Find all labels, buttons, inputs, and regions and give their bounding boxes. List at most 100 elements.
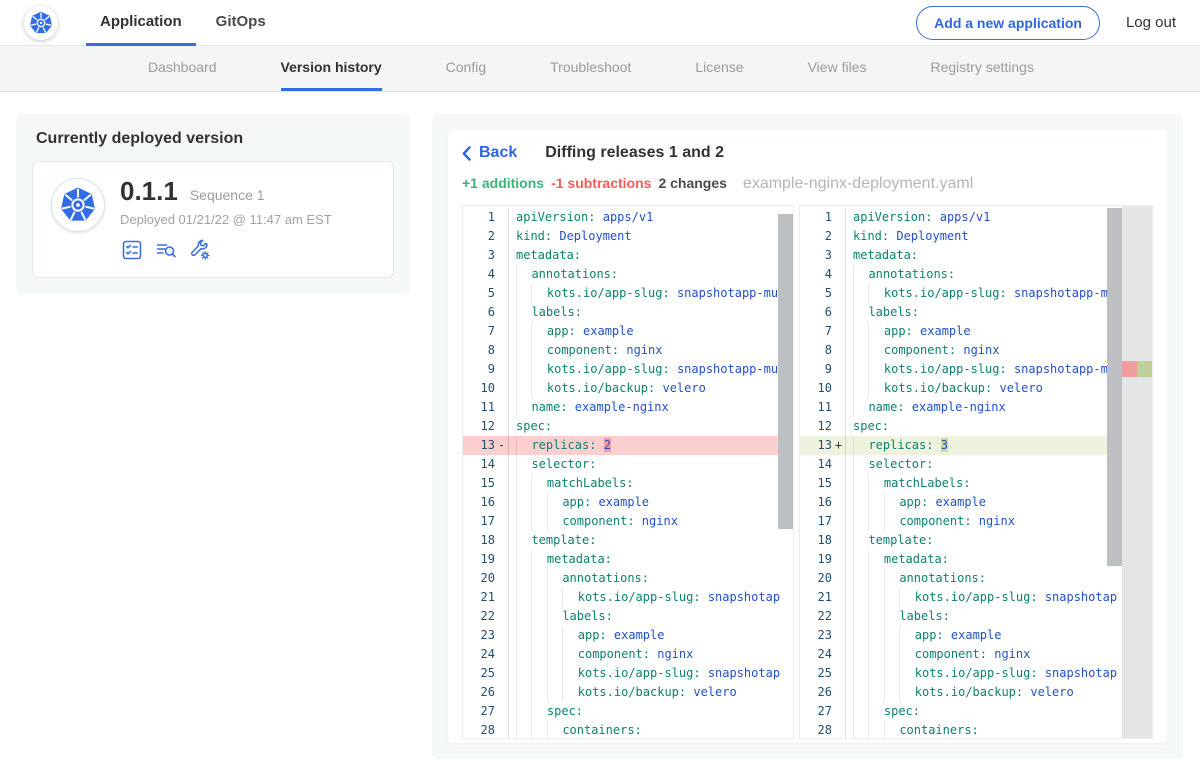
code-line: 23app: example [800, 626, 1152, 645]
code-line: 5kots.io/app-slug: snapshotapp-mu [463, 284, 793, 303]
diff-pane-new[interactable]: 1apiVersion: apps/v12kind: Deployment3me… [799, 205, 1153, 739]
diff-card: Back Diffing releases 1 and 2 +1 additio… [448, 130, 1167, 743]
chevron-left-icon [462, 146, 471, 161]
add-application-button[interactable]: Add a new application [916, 6, 1100, 40]
code-line: 17component: nginx [463, 512, 793, 531]
header-tab-application[interactable]: Application [86, 0, 196, 46]
ruler-removed-marker [1122, 361, 1137, 377]
diff-overview-ruler[interactable] [1122, 206, 1152, 738]
subnav-tab-registry-settings[interactable]: Registry settings [930, 46, 1033, 91]
subnav-tab-troubleshoot[interactable]: Troubleshoot [550, 46, 631, 91]
version-actions [120, 238, 332, 262]
logout-button[interactable]: Log out [1126, 14, 1176, 31]
code-line: 15matchLabels: [463, 474, 793, 493]
code-line: 1apiVersion: apps/v1 [800, 208, 1152, 227]
code-line: 2kind: Deployment [800, 227, 1152, 246]
deploy-logs-icon [154, 238, 178, 262]
code-line: 12spec: [463, 417, 793, 436]
additions-count: +1 additions [462, 175, 544, 191]
config-tools-button[interactable] [188, 238, 212, 262]
code-line: 24component: nginx [800, 645, 1152, 664]
code-line: 8component: nginx [463, 341, 793, 360]
preflight-checks-icon [120, 238, 144, 262]
diff-panes: 1apiVersion: apps/v12kind: Deployment3me… [462, 205, 1153, 739]
code-line: 16app: example [800, 493, 1152, 512]
kubernetes-app-icon [58, 185, 98, 225]
top-header: ApplicationGitOps Add a new application … [0, 0, 1200, 46]
code-line: 13-replicas: 2 [463, 436, 793, 455]
preflight-checks-button[interactable] [120, 238, 144, 262]
main-content: Currently deployed version 0.1.1 Sequenc… [0, 92, 1200, 759]
code-line: 28containers: [463, 721, 793, 739]
code-line: 25kots.io/app-slug: snapshotap [800, 664, 1152, 683]
back-label: Back [479, 144, 517, 162]
diff-filename: example-nginx-deployment.yaml [743, 175, 973, 193]
header-actions: Add a new application Log out [916, 6, 1176, 40]
code-line: 22labels: [800, 607, 1152, 626]
subnav-tab-dashboard[interactable]: Dashboard [148, 46, 217, 91]
subnav-tab-view-files[interactable]: View files [808, 46, 867, 91]
code-line: 26kots.io/backup: velero [800, 683, 1152, 702]
code-line: 12spec: [800, 417, 1152, 436]
code-line: 14selector: [463, 455, 793, 474]
code-line: 10kots.io/backup: velero [800, 379, 1152, 398]
old-pane-scrollbar[interactable] [778, 214, 793, 529]
code-line: 4annotations: [800, 265, 1152, 284]
kubernetes-logo [24, 6, 58, 40]
changes-count: 2 changes [658, 175, 726, 191]
code-line: 19metadata: [800, 550, 1152, 569]
code-line: 23app: example [463, 626, 793, 645]
code-line: 11name: example-nginx [800, 398, 1152, 417]
subnav-tab-config[interactable]: Config [446, 46, 486, 91]
code-line: 25kots.io/app-slug: snapshotap [463, 664, 793, 683]
code-line: 6labels: [463, 303, 793, 322]
version-number: 0.1.1 [120, 178, 178, 204]
header-tab-gitops[interactable]: GitOps [202, 0, 280, 46]
diff-header: Back Diffing releases 1 and 2 [462, 144, 1153, 162]
code-line: 2kind: Deployment [463, 227, 793, 246]
code-line: 8component: nginx [800, 341, 1152, 360]
code-line: 9kots.io/app-slug: snapshotapp-mu [800, 360, 1152, 379]
code-line: 21kots.io/app-slug: snapshotap [463, 588, 793, 607]
code-line: 11name: example-nginx [463, 398, 793, 417]
header-tabs: ApplicationGitOps [86, 0, 286, 46]
code-line: 20annotations: [463, 569, 793, 588]
app-logo [51, 178, 105, 232]
code-line: 18template: [463, 531, 793, 550]
diff-pane-old[interactable]: 1apiVersion: apps/v12kind: Deployment3me… [462, 205, 794, 739]
deployed-version-title: Currently deployed version [36, 130, 394, 148]
code-line: 26kots.io/backup: velero [463, 683, 793, 702]
deploy-logs-button[interactable] [154, 238, 178, 262]
app-subnav: Dashboard Version history Config Troublesho… [0, 46, 1200, 92]
diff-title: Diffing releases 1 and 2 [545, 144, 724, 162]
subnav-tab-license[interactable]: License [695, 46, 743, 91]
code-line: 5kots.io/app-slug: snapshotapp-mu [800, 284, 1152, 303]
ruler-added-marker [1137, 361, 1152, 377]
back-link[interactable]: Back [462, 144, 517, 162]
config-tools-icon [188, 238, 212, 262]
code-line: 4annotations: [463, 265, 793, 284]
diff-stats: +1 additions -1 subtractions 2 changes e… [462, 175, 1153, 193]
kubernetes-logo-icon [28, 10, 54, 36]
code-line: 22labels: [463, 607, 793, 626]
subnav-tab-version-history[interactable]: Version history [281, 46, 382, 91]
deployed-version-panel: Currently deployed version 0.1.1 Sequenc… [16, 114, 410, 294]
code-line: 14selector: [800, 455, 1152, 474]
version-details: 0.1.1 Sequence 1 Deployed 01/21/22 @ 11:… [120, 178, 332, 262]
new-pane-scrollbar[interactable] [1107, 208, 1122, 566]
code-line: 1apiVersion: apps/v1 [463, 208, 793, 227]
code-line: 17component: nginx [800, 512, 1152, 531]
code-line: 7app: example [463, 322, 793, 341]
sequence-label: Sequence 1 [190, 187, 265, 203]
diff-panel: Back Diffing releases 1 and 2 +1 additio… [432, 114, 1183, 759]
code-line: 28containers: [800, 721, 1152, 739]
code-line: 27spec: [800, 702, 1152, 721]
code-line: 19metadata: [463, 550, 793, 569]
subtractions-count: -1 subtractions [551, 175, 651, 191]
code-line: 18template: [800, 531, 1152, 550]
code-line: 24component: nginx [463, 645, 793, 664]
code-line: 7app: example [800, 322, 1152, 341]
code-line: 10kots.io/backup: velero [463, 379, 793, 398]
code-line: 9kots.io/app-slug: snapshotapp-mu [463, 360, 793, 379]
code-line: 21kots.io/app-slug: snapshotap [800, 588, 1152, 607]
